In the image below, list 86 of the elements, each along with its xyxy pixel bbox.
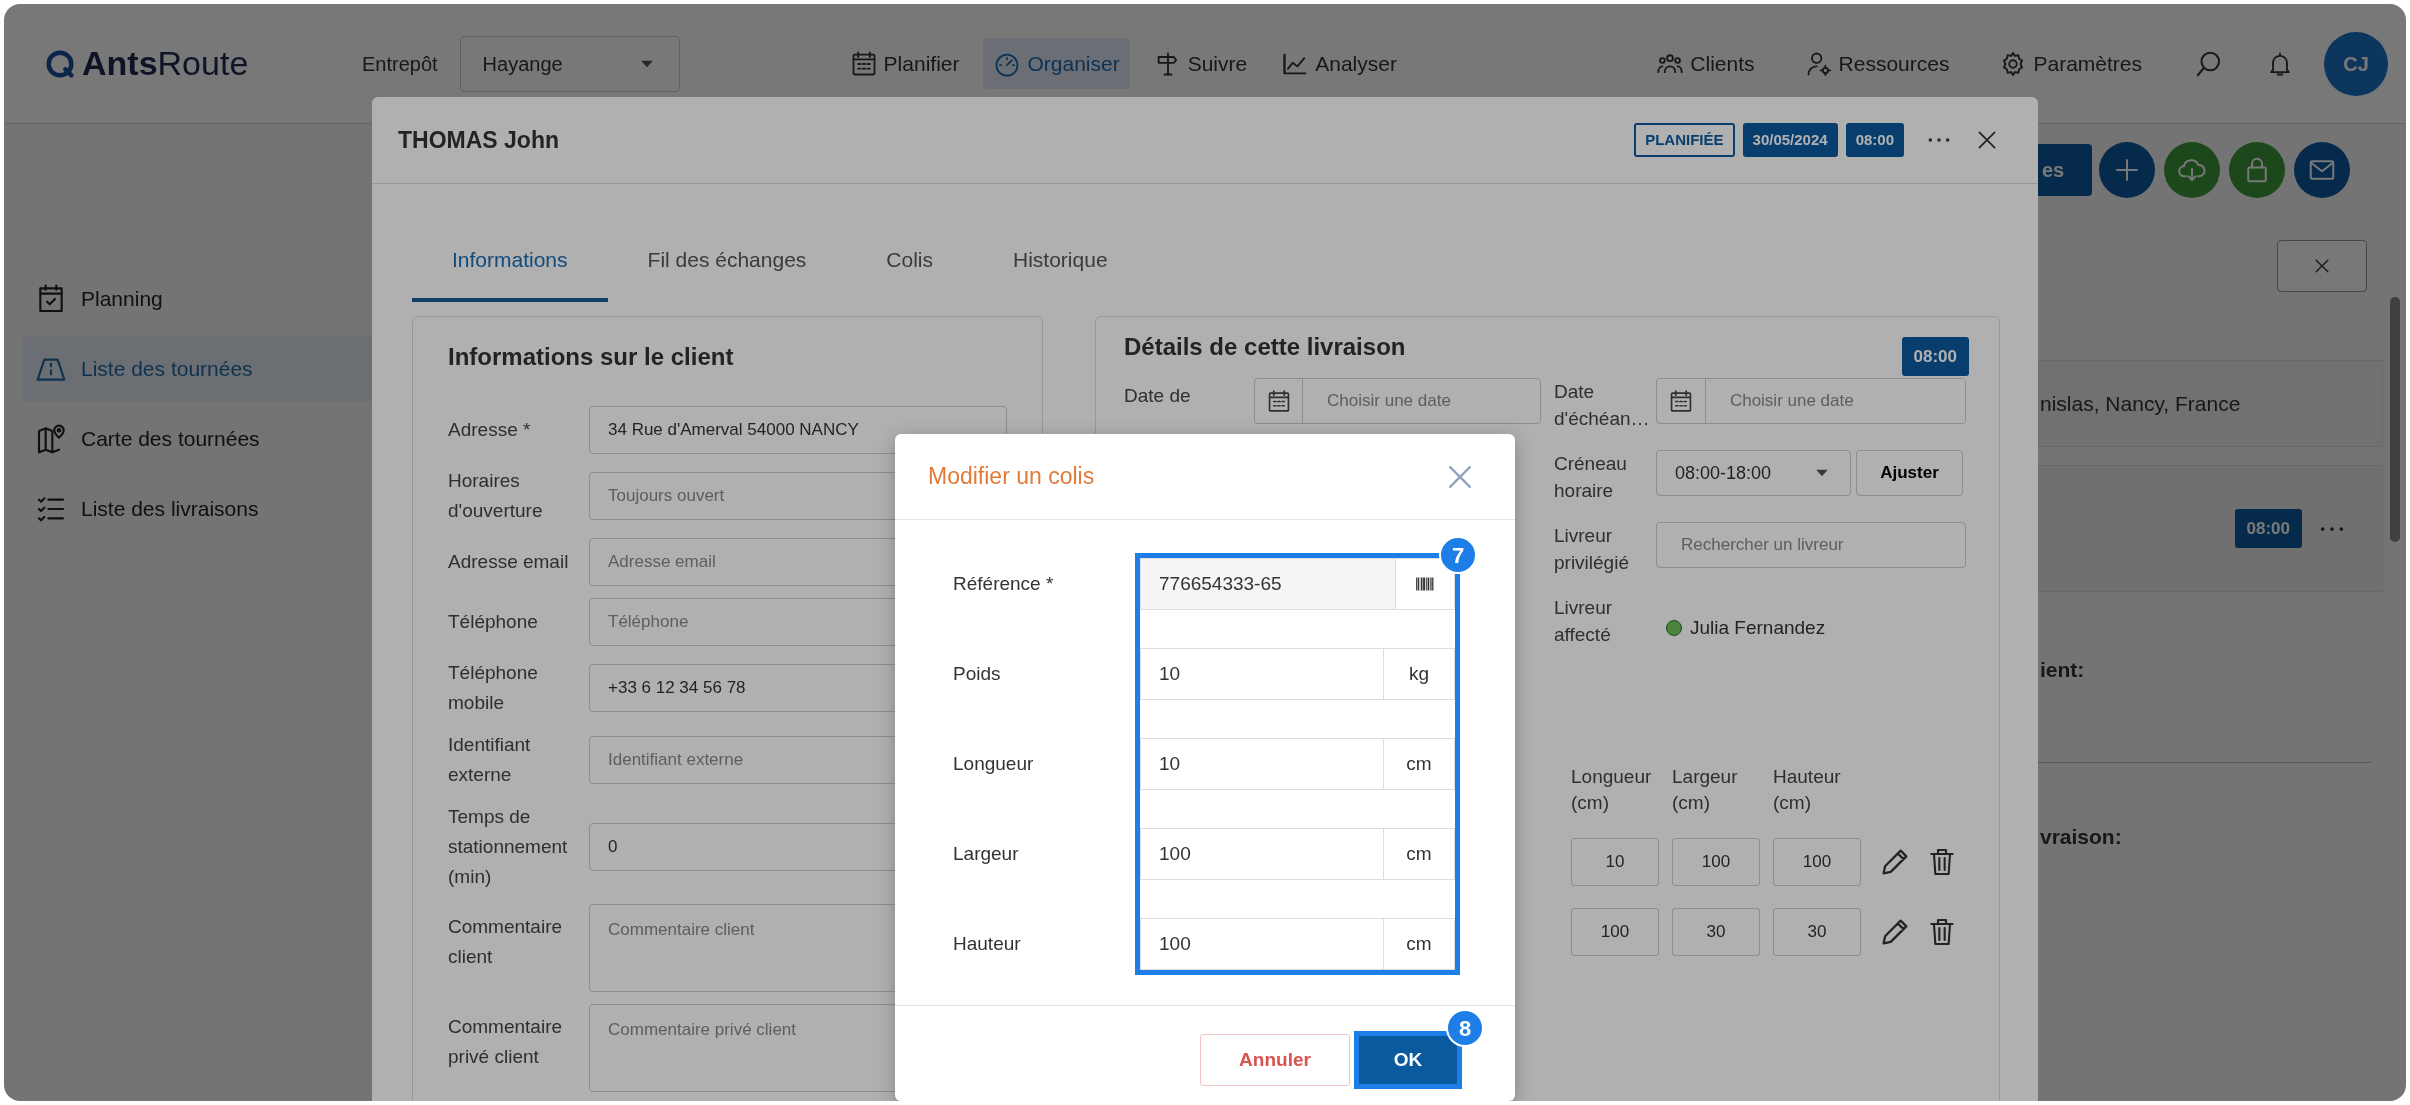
plus-button[interactable]	[2099, 142, 2155, 198]
cloud-download-button[interactable]	[2164, 142, 2220, 198]
step-badge: 8	[1446, 1009, 1484, 1047]
time-badge: 08:00	[2234, 508, 2302, 549]
field-label: Commentaire client	[448, 914, 564, 969]
date-field[interactable]: Choisir une date	[1656, 378, 1966, 424]
column-header: Longueur (cm)	[1571, 765, 1653, 815]
nav-link[interactable]: Paramètres	[1989, 37, 2152, 90]
input-field[interactable]: 100	[1140, 828, 1383, 880]
sidebar-item[interactable]: Liste des livraisons	[22, 476, 374, 542]
field-label: Téléphone	[448, 609, 539, 634]
status-dot	[1666, 620, 1682, 637]
table-cell: 30	[1672, 908, 1760, 956]
field-label: Créneau horaire	[1554, 452, 1628, 503]
field-label: Horaires d'ouverture	[448, 468, 544, 523]
field-label: Date de	[1124, 384, 1192, 408]
time-badge: 08:00	[1845, 122, 1904, 158]
time-slot-select[interactable]: 08:00-18:00	[1656, 450, 1851, 496]
calendar-icon	[1669, 390, 1692, 412]
table-cell: 100	[1773, 838, 1861, 886]
table-cell: 10	[1571, 838, 1659, 886]
column-header: Largeur (cm)	[1672, 765, 1739, 815]
field-label: Identifiant externe	[448, 732, 532, 787]
nav-link[interactable]: Ressources	[1794, 37, 1960, 90]
unit-label: cm	[1383, 918, 1455, 970]
field-label: Adresse email	[448, 549, 570, 574]
address-text: nislas, Nancy, France	[2040, 390, 2241, 417]
tab[interactable]: Historique	[973, 224, 1148, 302]
section-heading: ient:	[2040, 657, 2086, 683]
tab[interactable]: Informations	[412, 224, 608, 302]
nav-tab[interactable]: Analyser	[1271, 37, 1407, 90]
table-cell: 30	[1773, 908, 1861, 956]
field-label: Poids	[953, 661, 1002, 686]
logo-icon	[44, 47, 76, 80]
tab[interactable]: Colis	[846, 224, 973, 302]
sidebar-item[interactable]: Liste des tournées	[22, 336, 374, 402]
action-button[interactable]: es	[2038, 144, 2092, 196]
field-label: Commentaire privé client	[448, 1014, 564, 1069]
nav-link[interactable]: Clients	[1646, 37, 1765, 90]
warehouse-value: Hayange	[482, 51, 563, 77]
field-label: Livreur privilégié	[1554, 524, 1630, 575]
section-heading: vraison:	[2040, 823, 2123, 850]
calendar-icon	[1267, 390, 1290, 412]
nav-tab[interactable]: Organiser	[983, 37, 1130, 90]
status-badge: PLANIFIÉE	[1634, 122, 1735, 158]
card-title: Informations sur le client	[448, 341, 735, 372]
date-field[interactable]: Choisir une date	[1254, 378, 1541, 424]
select-value: 08:00-18:00	[1675, 461, 1772, 485]
step-badge: 7	[1439, 536, 1477, 574]
unit-label: cm	[1383, 738, 1455, 790]
date-badge: 30/05/2024	[1742, 122, 1838, 158]
field-label: Livreur affecté	[1554, 596, 1614, 647]
input-field[interactable]: 776654333-65	[1140, 558, 1395, 610]
input-field[interactable]: 10	[1140, 738, 1383, 790]
search-field[interactable]: Rechercher un livreur	[1656, 522, 1966, 568]
mail-button[interactable]	[2294, 142, 2350, 198]
unit-label: cm	[1383, 828, 1455, 880]
field-label: Date d'échéan…	[1554, 380, 1651, 431]
card-title: Détails de cette livraison	[1124, 331, 1406, 362]
input-field[interactable]: 34 Rue d'Amerval 54000 NANCY	[589, 405, 1007, 454]
logo-text: AntsRoute	[82, 43, 249, 84]
warehouse-select[interactable]: Hayange	[459, 35, 680, 92]
sidebar-item[interactable]: Carte des tournées	[22, 406, 374, 472]
table-cell: 100	[1571, 908, 1659, 956]
warehouse-label: Entrepôt	[362, 51, 438, 77]
user-avatar[interactable]: CJ	[2324, 31, 2388, 96]
field-label: Adresse *	[448, 417, 532, 442]
tab[interactable]: Fil des échanges	[607, 224, 847, 302]
field-label: Temps de stationnement (min)	[448, 804, 569, 889]
lock-button[interactable]	[2229, 142, 2285, 198]
adjust-button[interactable]: Ajuster	[1856, 450, 1963, 496]
input-field[interactable]: 100	[1140, 918, 1383, 970]
unit-label: kg	[1383, 648, 1455, 700]
column-header: Hauteur (cm)	[1773, 765, 1842, 815]
field-label: Téléphone mobile	[448, 660, 539, 715]
cancel-button[interactable]: Annuler	[1200, 1034, 1350, 1086]
sidebar-item[interactable]: Planning	[22, 266, 374, 332]
scrollbar[interactable]	[2390, 297, 2400, 542]
map-pin-icon	[35, 423, 67, 455]
driver-name: Julia Fernandez	[1690, 616, 1826, 640]
time-badge: 08:00	[1901, 336, 1969, 376]
table-cell: 100	[1672, 838, 1760, 886]
nav-tab[interactable]: Suivre	[1143, 37, 1258, 90]
input-field[interactable]: 10	[1140, 648, 1383, 700]
customer-name: THOMAS John	[398, 125, 559, 155]
nav-tab[interactable]: Planifier	[839, 37, 970, 90]
